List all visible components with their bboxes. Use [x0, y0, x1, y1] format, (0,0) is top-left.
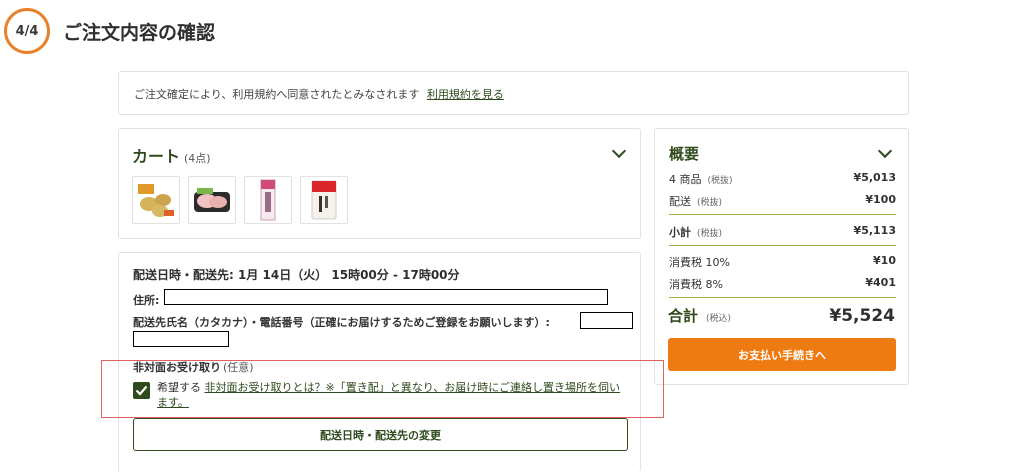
proceed-to-payment-button[interactable]: お支払い手続きへ [668, 338, 896, 371]
redacted-name [580, 312, 633, 329]
step-label: 4/4 [15, 23, 39, 39]
summary-row-label: 消費税 8% [669, 278, 723, 291]
total-label: 合計 [668, 307, 699, 325]
redacted-address [164, 289, 608, 305]
change-delivery-button[interactable]: 配送日時・配送先の変更 [133, 418, 628, 451]
summary-row-value: ¥401 [865, 276, 896, 289]
redacted-phone [133, 331, 229, 347]
summary-title: 概要 [669, 145, 700, 163]
terms-notice: ご注文確定により、利用規約へ同意されたとみなされます 利用規約を見る [118, 71, 909, 115]
total-value: ¥5,524 [829, 306, 895, 326]
cart-thumbnails [132, 176, 348, 224]
summary-row-label: 配送 [669, 195, 691, 208]
cart-title-label: カート [132, 147, 181, 166]
summary-row-items: 4 商品 (税抜) ¥5,013 [669, 171, 896, 187]
summary-row-shipping: 配送 (税抜) ¥100 [669, 193, 896, 209]
chevron-down-icon[interactable] [877, 143, 893, 159]
chevron-down-icon[interactable] [611, 143, 627, 159]
cart-panel: カート (4点) [118, 128, 641, 239]
summary-divider [669, 245, 896, 246]
step-indicator: 4/4 [4, 8, 50, 54]
summary-row-value: ¥5,013 [853, 171, 896, 184]
rice-bag-thumbnail[interactable] [300, 176, 348, 224]
summary-row-note: (税抜) [707, 176, 733, 186]
summary-row-value: ¥5,113 [853, 224, 896, 237]
summary-row-note: (税抜) [697, 229, 723, 239]
summary-row-label: 小計 [669, 226, 691, 239]
summary-divider [669, 297, 896, 298]
cart-count: (4点) [184, 152, 211, 165]
recipient-name-phone-label: 配送先氏名（カタカナ）・電話番号（正確にお届けするためご登録をお願いします）: [133, 316, 550, 329]
page-title: ご注文内容の確認 [63, 22, 216, 44]
summary-divider [669, 214, 896, 215]
summary-row-note: (税抜) [697, 198, 723, 208]
potato-snack-thumbnail[interactable] [132, 176, 180, 224]
address-label: 住所: [133, 294, 160, 307]
summary-row-subtotal: 小計 (税抜) ¥5,113 [669, 224, 896, 240]
summary-total: 合計 (税込) ¥5,524 [668, 305, 895, 326]
cart-title: カート (4点) [132, 143, 211, 167]
summary-row-value: ¥100 [865, 193, 896, 206]
terms-link[interactable]: 利用規約を見る [427, 88, 504, 101]
summary-row-label: 消費税 10% [669, 256, 730, 269]
terms-notice-text: ご注文確定により、利用規約へ同意されたとみなされます [134, 88, 420, 101]
delivery-datetime-title: 配送日時・配送先: 1月 14日（火） 15時00分 - 17時00分 [133, 268, 460, 282]
summary-row-tax10: 消費税 10% ¥10 [669, 254, 896, 270]
total-note: (税込) [706, 314, 732, 324]
noodle-package-thumbnail[interactable] [244, 176, 292, 224]
summary-row-label: 4 商品 [669, 173, 702, 186]
summary-row-tax8: 消費税 8% ¥401 [669, 276, 896, 292]
highlight-annotation [101, 360, 664, 418]
chicken-meat-thumbnail[interactable] [188, 176, 236, 224]
summary-row-value: ¥10 [873, 254, 896, 267]
